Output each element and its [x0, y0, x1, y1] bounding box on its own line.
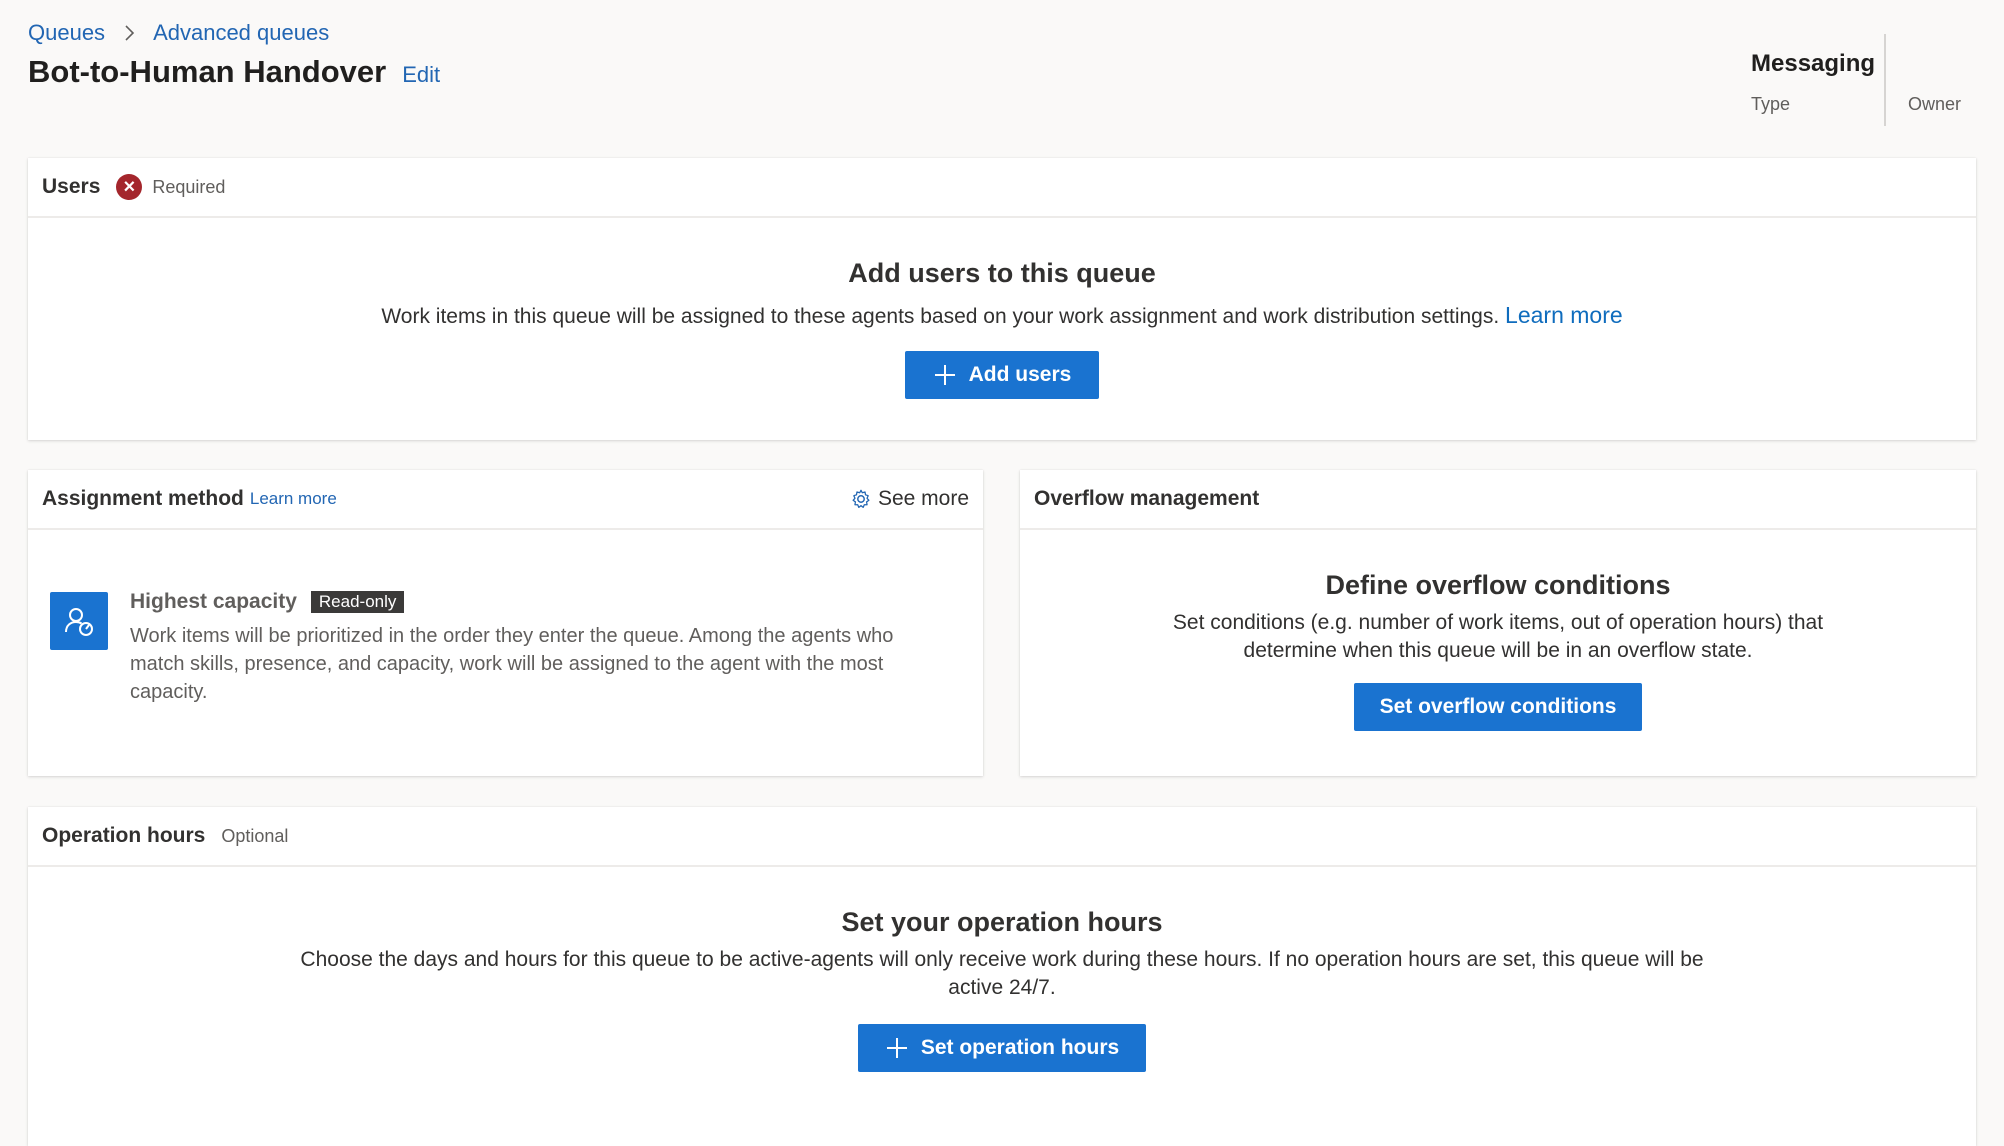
- operation-hours-card: Operation hours Optional Set your operat…: [28, 807, 1976, 1146]
- overflow-management-card: Overflow management Define overflow cond…: [1020, 470, 1976, 776]
- gear-icon: [852, 489, 870, 508]
- owner-label: Owner: [1908, 94, 1962, 114]
- overflow-description: Set conditions (e.g. number of work item…: [1020, 609, 1976, 665]
- hours-heading: Set your operation hours: [841, 907, 1163, 937]
- overflow-heading: Define overflow conditions: [1325, 570, 1671, 600]
- users-card-header: Users × Required: [28, 158, 1976, 218]
- users-empty-state: Add users to this queue Work items in th…: [28, 258, 1976, 399]
- breadcrumb-advanced-queues-link[interactable]: Advanced queues: [153, 20, 329, 46]
- owner-value: [1908, 50, 1961, 84]
- assignment-card-header: Assignment method Learn more See more: [28, 470, 983, 530]
- breadcrumb: Queues Advanced queues: [28, 20, 329, 46]
- set-operation-hours-button[interactable]: Set operation hours: [858, 1024, 1146, 1072]
- see-more-label: See more: [877, 487, 969, 510]
- read-only-badge: Read-only: [310, 591, 405, 613]
- method-name: Highest capacity: [130, 590, 297, 613]
- type-label: Type: [1751, 94, 1791, 114]
- add-users-label: Add users: [968, 363, 1072, 386]
- title-row: Bot-to-Human Handover Edit: [28, 54, 440, 90]
- method-title-row: Highest capacity Read-only: [130, 590, 405, 614]
- set-overflow-conditions-label: Set overflow conditions: [1379, 695, 1617, 718]
- hours-description-line-1: Choose the days and hours for this queue…: [300, 948, 1704, 971]
- overflow-empty-state: Define overflow conditions Set condition…: [1020, 570, 1976, 731]
- error-circle-icon: ×: [116, 174, 143, 200]
- meta-divider: [1884, 34, 1886, 126]
- users-card: Users × Required Add users to this queue…: [28, 158, 1976, 440]
- add-users-button[interactable]: Add users: [905, 351, 1099, 399]
- users-description-row: Work items in this queue will be assigne…: [28, 301, 1976, 331]
- users-card-title: Users: [42, 175, 101, 198]
- optional-label: Optional: [221, 825, 289, 846]
- page-title: Bot-to-Human Handover: [28, 54, 387, 89]
- overflow-description-line-2: determine when this queue will be in an …: [1243, 639, 1753, 662]
- chevron-right-icon: [125, 25, 135, 41]
- plus-icon: [934, 365, 955, 385]
- assignment-card-title: Assignment method: [42, 487, 244, 510]
- set-overflow-conditions-button[interactable]: Set overflow conditions: [1354, 683, 1642, 731]
- meta-type: Messaging Type: [1751, 50, 1875, 115]
- method-description: Work items will be prioritized in the or…: [130, 625, 894, 703]
- meta-owner: Owner: [1908, 50, 1961, 115]
- hours-description: Choose the days and hours for this queue…: [28, 946, 1976, 1002]
- overflow-card-header: Overflow management: [1020, 470, 1976, 530]
- assignment-method-card: Assignment method Learn more See more Hi…: [28, 470, 983, 776]
- hours-card-title: Operation hours: [42, 824, 206, 847]
- hours-empty-state: Set your operation hours Choose the days…: [28, 907, 1976, 1072]
- edit-title-link[interactable]: Edit: [402, 62, 440, 88]
- see-more-button[interactable]: See more: [850, 487, 969, 511]
- plus-icon: [886, 1038, 907, 1058]
- assignment-learn-more-link[interactable]: Learn more: [250, 489, 337, 509]
- overflow-card-title: Overflow management: [1034, 487, 1260, 510]
- hours-card-header: Operation hours Optional: [28, 807, 1976, 867]
- set-operation-hours-label: Set operation hours: [920, 1036, 1120, 1059]
- overflow-description-line-1: Set conditions (e.g. number of work item…: [1172, 611, 1824, 634]
- person-capacity-icon: [50, 592, 108, 650]
- users-description: Work items in this queue will be assigne…: [381, 305, 1500, 328]
- users-heading: Add users to this queue: [848, 258, 1156, 288]
- type-value: Messaging: [1751, 50, 1876, 77]
- users-learn-more-link[interactable]: Learn more: [1505, 302, 1623, 328]
- hours-description-line-2: active 24/7.: [948, 976, 1056, 999]
- required-label: Required: [152, 176, 226, 197]
- breadcrumb-queues-link[interactable]: Queues: [28, 20, 105, 46]
